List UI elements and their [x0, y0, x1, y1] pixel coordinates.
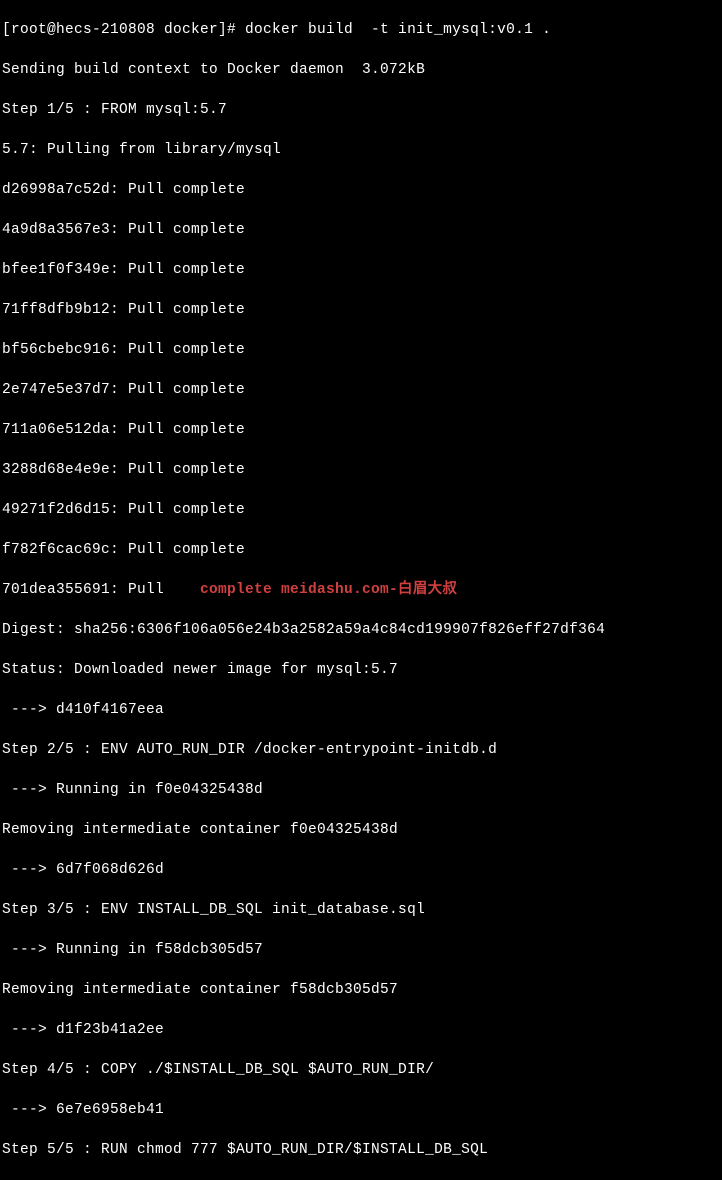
terminal-line: Step 2/5 : ENV AUTO_RUN_DIR /docker-entr…	[2, 740, 720, 760]
terminal-line: ---> d410f4167eea	[2, 700, 720, 720]
terminal-line: Step 5/5 : RUN chmod 777 $AUTO_RUN_DIR/$…	[2, 1140, 720, 1160]
terminal-line: 71ff8dfb9b12: Pull complete	[2, 300, 720, 320]
terminal-line: ---> 6d7f068d626d	[2, 860, 720, 880]
terminal-line: ---> Running in f58dcb305d57	[2, 940, 720, 960]
terminal-line: Digest: sha256:6306f106a056e24b3a2582a59…	[2, 620, 720, 640]
terminal-output: [root@hecs-210808 docker]# docker build …	[2, 0, 720, 1180]
terminal-line: 4a9d8a3567e3: Pull complete	[2, 220, 720, 240]
terminal-line: Step 4/5 : COPY ./$INSTALL_DB_SQL $AUTO_…	[2, 1060, 720, 1080]
watermark-text: complete meidashu.com-白眉大叔	[200, 580, 457, 600]
terminal-line: Sending build context to Docker daemon 3…	[2, 60, 720, 80]
terminal-line: bfee1f0f349e: Pull complete	[2, 260, 720, 280]
terminal-line: d26998a7c52d: Pull complete	[2, 180, 720, 200]
terminal-line: bf56cbebc916: Pull complete	[2, 340, 720, 360]
terminal-prompt-line: [root@hecs-210808 docker]# docker build …	[2, 20, 720, 40]
terminal-line-base: 701dea355691: Pull	[2, 582, 173, 598]
terminal-line: 711a06e512da: Pull complete	[2, 420, 720, 440]
terminal-line: Status: Downloaded newer image for mysql…	[2, 660, 720, 680]
terminal-line: Step 3/5 : ENV INSTALL_DB_SQL init_datab…	[2, 900, 720, 920]
terminal-line: 49271f2d6d15: Pull complete	[2, 500, 720, 520]
terminal-line: 5.7: Pulling from library/mysql	[2, 140, 720, 160]
terminal-line: Removing intermediate container f58dcb30…	[2, 980, 720, 1000]
terminal-line: 3288d68e4e9e: Pull complete	[2, 460, 720, 480]
terminal-line: Removing intermediate container f0e04325…	[2, 820, 720, 840]
terminal-line-watermark: 701dea355691: Pull complete meidashu.com…	[2, 580, 720, 600]
terminal-line: f782f6cac69c: Pull complete	[2, 540, 720, 560]
terminal-line: Step 1/5 : FROM mysql:5.7	[2, 100, 720, 120]
terminal-line: ---> Running in f0e04325438d	[2, 780, 720, 800]
terminal-line: ---> d1f23b41a2ee	[2, 1020, 720, 1040]
terminal-line: 2e747e5e37d7: Pull complete	[2, 380, 720, 400]
terminal-line: ---> 6e7e6958eb41	[2, 1100, 720, 1120]
